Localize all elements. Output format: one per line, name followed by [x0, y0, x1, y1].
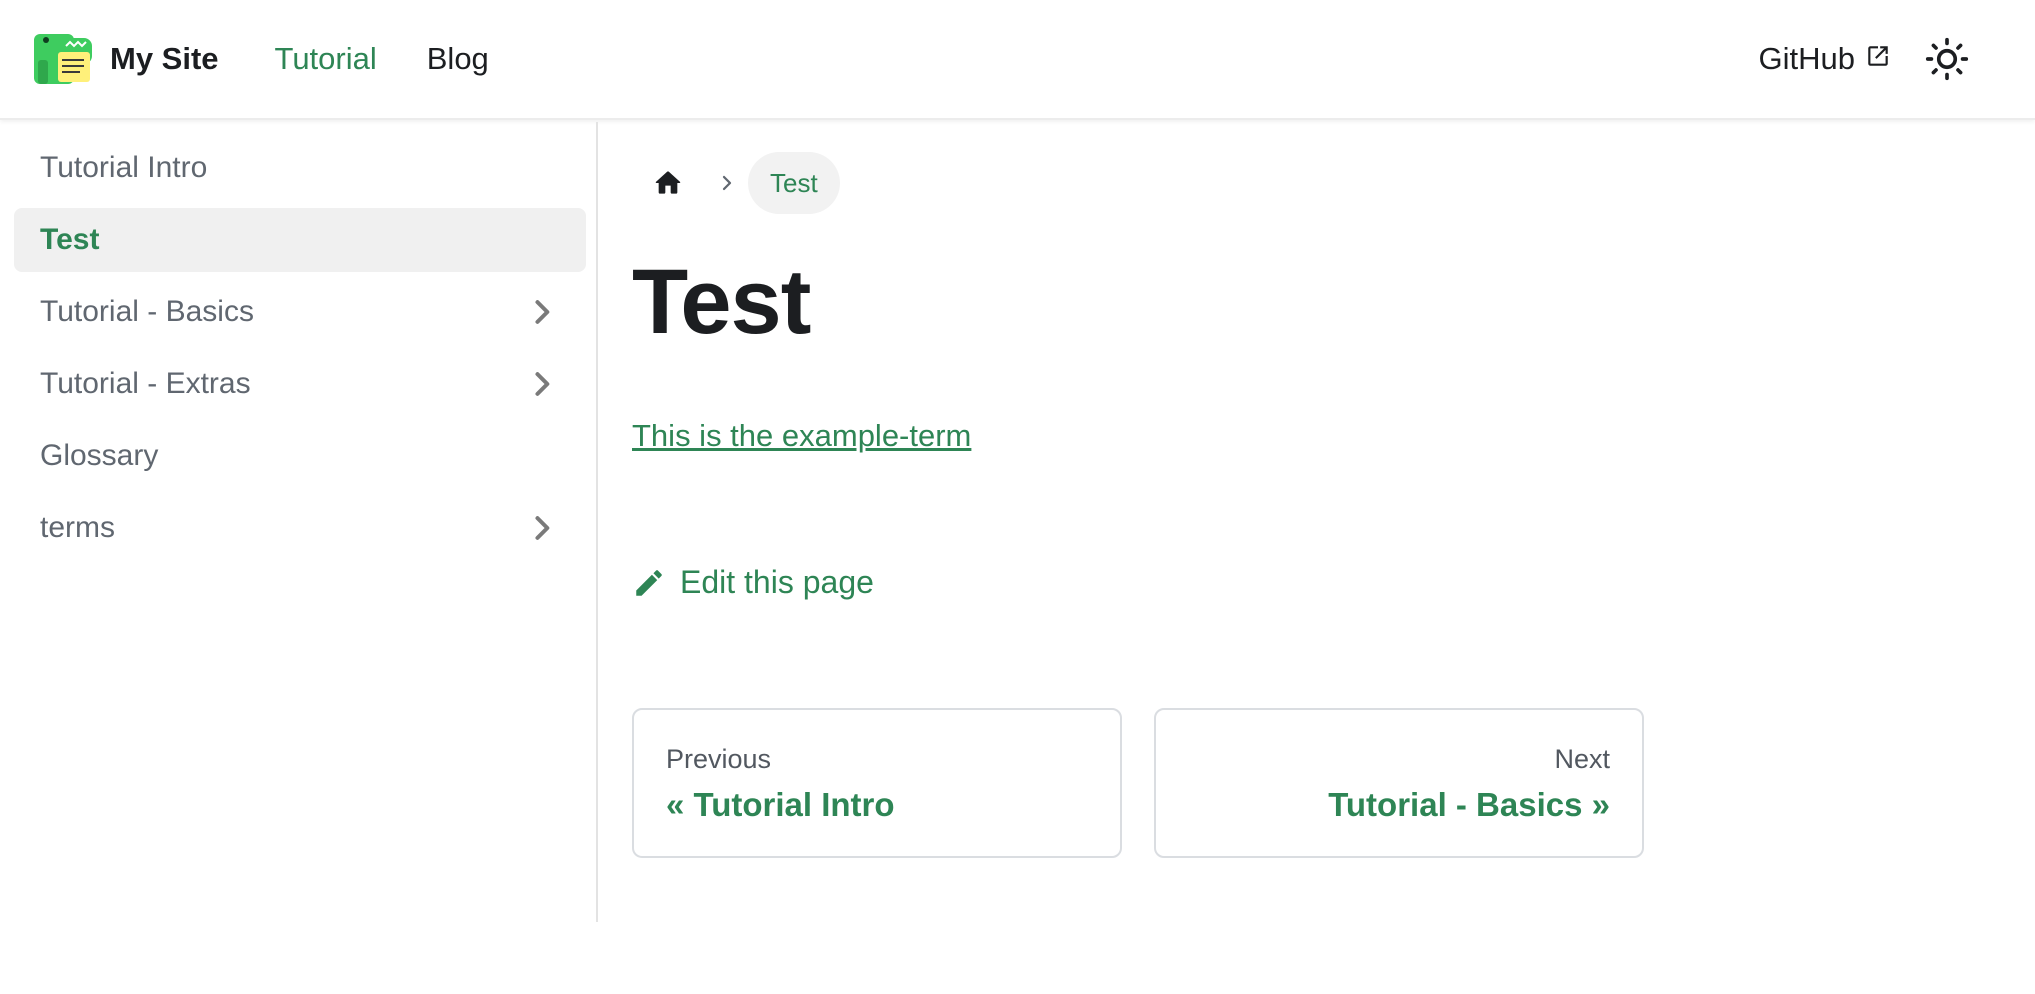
sun-icon: [1925, 37, 1969, 81]
pagination-next-sublabel: Next: [1554, 744, 1610, 774]
sidebar-item-tutorial-extras[interactable]: Tutorial - Extras: [14, 352, 586, 416]
chevron-right-icon[interactable]: [526, 368, 558, 400]
breadcrumb: Test: [632, 152, 840, 214]
sidebar-item-terms[interactable]: terms: [14, 496, 586, 560]
sidebar-item-label: Tutorial - Basics: [40, 295, 254, 328]
brand-link[interactable]: My Site: [32, 30, 219, 88]
pagination-prev-label: « Tutorial Intro: [666, 786, 895, 823]
sidebar-item-label: terms: [40, 511, 115, 544]
navbar-right: GitHub: [1759, 35, 1971, 83]
pencil-icon: [636, 569, 662, 596]
sidebar-item-label: Tutorial - Extras: [40, 367, 251, 400]
pagination-next-label: Tutorial - Basics »: [1328, 786, 1610, 823]
sidebar-item-glossary[interactable]: Glossary: [14, 424, 586, 488]
breadcrumb-current[interactable]: Test: [748, 152, 840, 214]
pagination-next[interactable]: Next Tutorial - Basics »: [1154, 708, 1644, 858]
chevron-right-icon[interactable]: [526, 296, 558, 328]
docs-sidebar: Tutorial Intro Test Tutorial - Basics Tu…: [0, 122, 598, 922]
sidebar-item-test[interactable]: Test: [14, 208, 586, 272]
edit-page-label: Edit this page: [680, 564, 874, 600]
dinosaur-logo-icon: [34, 34, 92, 84]
theme-toggle-button[interactable]: [1923, 35, 1971, 83]
github-link[interactable]: GitHub: [1759, 41, 1891, 77]
sidebar-item-tutorial-basics[interactable]: Tutorial - Basics: [14, 280, 586, 344]
pagination-prev[interactable]: Previous « Tutorial Intro: [632, 708, 1122, 858]
external-link-icon: [1868, 46, 1888, 66]
edit-page-link[interactable]: Edit this page: [632, 564, 874, 601]
pagination-prev-sublabel: Previous: [666, 744, 772, 774]
chevron-right-icon: [722, 175, 732, 191]
page-title: Test: [632, 251, 811, 353]
sidebar-item-label: Test: [40, 223, 100, 256]
nav-link-blog[interactable]: Blog: [427, 41, 489, 77]
example-term-link[interactable]: This is the example-term: [632, 418, 971, 454]
site-title: My Site: [110, 41, 219, 76]
sidebar-item-label: Tutorial Intro: [40, 151, 208, 184]
home-icon[interactable]: [652, 167, 684, 199]
github-label: GitHub: [1758, 41, 1855, 76]
sidebar-item-tutorial-intro[interactable]: Tutorial Intro: [14, 136, 586, 200]
nav-link-tutorial[interactable]: Tutorial: [275, 41, 377, 77]
chevron-right-icon[interactable]: [526, 512, 558, 544]
sidebar-item-label: Glossary: [40, 439, 159, 472]
navbar: My Site Tutorial Blog GitHub: [0, 0, 2035, 120]
